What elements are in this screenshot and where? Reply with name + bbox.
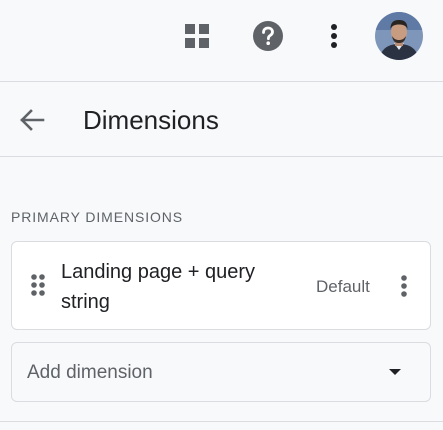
apps-button[interactable] (177, 16, 217, 56)
drag-indicator-icon[interactable] (30, 273, 46, 297)
account-avatar[interactable] (375, 12, 423, 60)
add-dimension-label: Add dimension (27, 362, 153, 383)
help-circle-icon (253, 21, 283, 51)
page-header: Dimensions (0, 82, 443, 157)
dimension-more-button[interactable] (390, 266, 418, 306)
user-avatar (375, 12, 423, 60)
more-vert-icon (331, 24, 337, 48)
arrow-back-icon (20, 109, 45, 131)
dimension-item: Landing page + query string Default (11, 241, 431, 330)
apps-grid-icon (185, 24, 209, 48)
divider (0, 421, 443, 422)
help-button[interactable] (248, 16, 288, 56)
default-badge: Default (316, 277, 370, 296)
more-options-button[interactable] (314, 16, 354, 56)
page-title: Dimensions (83, 105, 219, 135)
dimension-name: Landing page + query string (61, 261, 256, 313)
arrow-drop-down-icon (389, 369, 401, 375)
more-vert-icon (401, 275, 407, 297)
top-app-bar (0, 0, 443, 82)
add-dimension-dropdown[interactable]: Add dimension (11, 342, 431, 402)
back-button[interactable] (12, 100, 52, 140)
section-label-primary-dimensions: PRIMARY DIMENSIONS (11, 209, 184, 225)
